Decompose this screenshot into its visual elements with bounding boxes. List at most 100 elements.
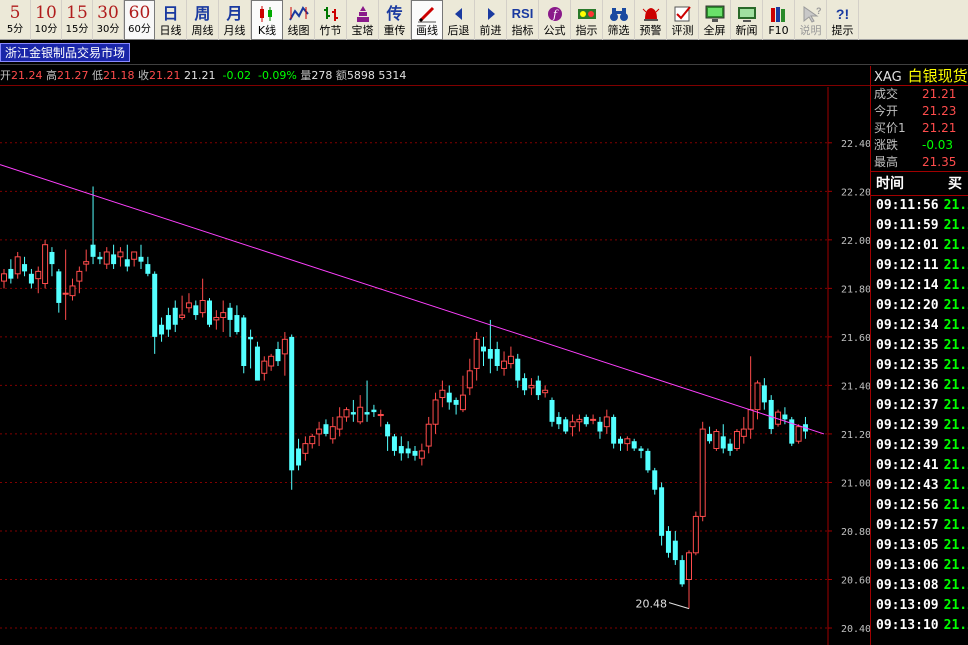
- candle: [720, 424, 726, 454]
- formula-button[interactable]: f 公式: [539, 0, 571, 40]
- candle: [371, 404, 377, 417]
- candle: [412, 446, 418, 461]
- tick-table[interactable]: 09:11:5621.2109:11:5921.2109:12:0121.210…: [871, 196, 968, 636]
- tick-header-time: 时间: [876, 176, 904, 192]
- period-10min-button[interactable]: 10 10分: [31, 0, 62, 40]
- tick-price: 21.21: [943, 578, 968, 593]
- retransmit-button[interactable]: 传 重传: [379, 0, 411, 40]
- tick-price: 21.21: [943, 338, 968, 353]
- daily-label: 日线: [159, 23, 182, 37]
- period-60min-button[interactable]: 60 60分: [124, 0, 155, 40]
- candle: [199, 278, 206, 318]
- news-label: 新闻: [735, 23, 758, 37]
- draw-line-button[interactable]: 画线: [411, 0, 443, 40]
- tick-row: 09:13:10 21.21: [871, 616, 968, 636]
- toolbar: 5 5分 10 10分 15 15分 30 30分 60 60分 日 日线 周 …: [0, 0, 968, 40]
- candle-body: [248, 336, 254, 340]
- candle: [391, 433, 397, 456]
- tick-row: 09:13:06 21.21: [871, 556, 968, 576]
- f10-label: F10: [768, 23, 789, 37]
- tick-table-header: 时间 买: [871, 172, 968, 196]
- candle: [234, 305, 240, 335]
- candle-body: [97, 256, 103, 260]
- tick-price: 21.21: [943, 558, 968, 573]
- candle: [152, 271, 158, 354]
- panel-quote-value: 21.21: [922, 87, 957, 101]
- candle-body: [761, 385, 767, 403]
- indicator-button[interactable]: RSI 指标: [507, 0, 539, 40]
- candle-body: [556, 416, 562, 425]
- tip-button[interactable]: ?! 提示: [827, 0, 859, 40]
- daily-button[interactable]: 日 日线: [155, 0, 187, 40]
- tower-button[interactable]: 宝塔: [347, 0, 379, 40]
- candle: [638, 446, 644, 459]
- candle: [165, 307, 171, 337]
- help-icon: ?!: [835, 5, 850, 22]
- screen-button[interactable]: 筛选: [603, 0, 635, 40]
- candle-body: [207, 300, 212, 325]
- candle: [659, 482, 665, 546]
- kline-button[interactable]: K线: [251, 0, 283, 40]
- forward-button[interactable]: 前进: [475, 0, 507, 40]
- books-icon: [768, 4, 790, 24]
- high-value: 21.27: [57, 69, 89, 82]
- candle-body: [343, 409, 350, 418]
- candle-body: [159, 324, 165, 335]
- candle-body: [713, 431, 720, 449]
- period-30min-button[interactable]: 30 30分: [93, 0, 124, 40]
- line-chart-icon: [288, 4, 310, 24]
- candle: [494, 341, 500, 371]
- tick-time: 09:12:35: [876, 338, 939, 353]
- f10-button[interactable]: F10: [763, 0, 795, 40]
- open-label: 开: [0, 69, 11, 82]
- candle-body: [583, 416, 589, 425]
- bamboo-button[interactable]: 竹节: [315, 0, 347, 40]
- tick-row: 09:13:08 21.21: [871, 576, 968, 596]
- back-button[interactable]: 后退: [443, 0, 475, 40]
- line-chart-button[interactable]: 线图: [283, 0, 315, 40]
- tick-price: 21.21: [943, 458, 968, 473]
- panel-quote-row: 买价1 21.21: [871, 120, 968, 137]
- candle: [631, 438, 637, 451]
- candle: [727, 438, 733, 456]
- period-15min-button[interactable]: 15 15分: [62, 0, 93, 40]
- candle: [302, 436, 309, 461]
- fullscreen-button[interactable]: 全屏: [699, 0, 731, 40]
- weekly-button[interactable]: 周 周线: [187, 0, 219, 40]
- period-5min-button[interactable]: 5 5分: [0, 0, 31, 40]
- market-tab[interactable]: 浙江金银制品交易市场: [0, 43, 131, 62]
- monthly-button[interactable]: 月 月线: [219, 0, 251, 40]
- low-value: 21.18: [103, 69, 135, 82]
- trend-line[interactable]: [0, 164, 825, 435]
- candle-body: [261, 360, 268, 374]
- tick-time: 09:12:20: [876, 298, 939, 313]
- candle: [76, 266, 83, 294]
- candle-body: [528, 384, 535, 389]
- evaluate-button[interactable]: 评测: [667, 0, 699, 40]
- panel-quote-key: 买价1: [874, 121, 906, 135]
- tick-price: 21.21: [943, 618, 968, 633]
- candle-body: [692, 515, 699, 554]
- candle-body: [754, 382, 761, 411]
- panel-quote-row: 今开 21.23: [871, 103, 968, 120]
- candle-body: [398, 446, 404, 454]
- candle: [405, 441, 411, 459]
- candle-body: [679, 560, 685, 585]
- candlestick-chart[interactable]: 22.40 22.20 22.00 21.80 21.60 21.40 21.20 21.00…: [0, 87, 870, 645]
- candle-body: [405, 448, 411, 454]
- panel-quote-row: 涨跌 -0.03: [871, 137, 968, 154]
- candle-body: [117, 251, 124, 258]
- tick-price: 21.21: [943, 298, 968, 313]
- news-button[interactable]: 新闻: [731, 0, 763, 40]
- tick-row: 09:12:34 21.21: [871, 316, 968, 336]
- candle: [535, 375, 541, 400]
- candle: [1, 268, 7, 289]
- candle-body: [611, 416, 617, 444]
- tick-row: 09:12:36 21.21: [871, 376, 968, 396]
- manual-button[interactable]: ? 说明: [795, 0, 827, 40]
- signal-button[interactable]: 指示: [571, 0, 603, 40]
- candle-body: [83, 261, 90, 265]
- alert-button[interactable]: 预警: [635, 0, 667, 40]
- candle-body: [535, 380, 541, 396]
- candle: [185, 293, 192, 313]
